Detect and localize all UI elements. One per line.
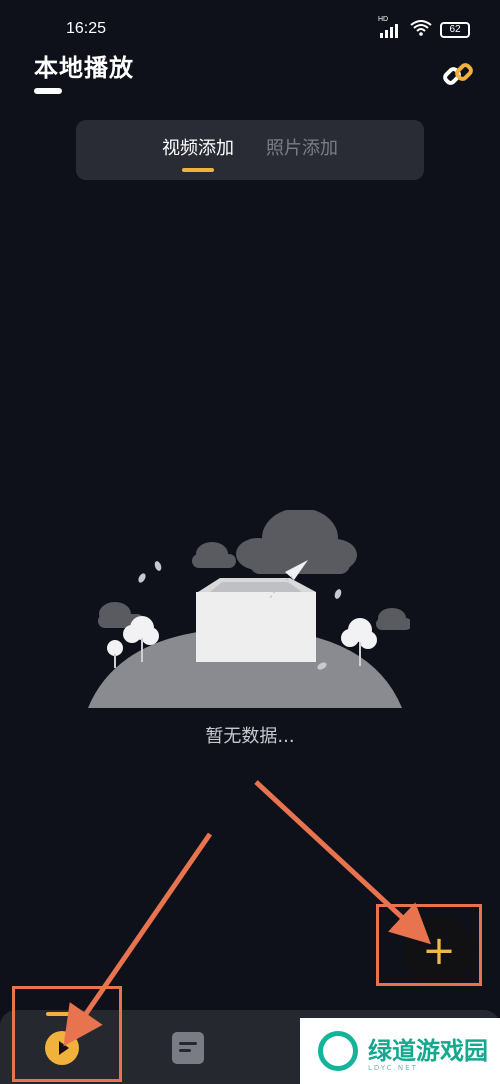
status-time: 16:25 [66, 20, 107, 37]
wifi-icon [410, 20, 432, 40]
nav-item-notes[interactable] [168, 1028, 208, 1068]
tab-video-add[interactable]: 视频添加 [162, 134, 234, 172]
annotation-box-play [12, 986, 122, 1082]
empty-state-illustration [88, 510, 410, 708]
hd-badge: HD [378, 16, 389, 23]
tab-bar: 视频添加 照片添加 [76, 120, 424, 180]
notes-icon [172, 1032, 204, 1064]
page-title: 本地播放 [34, 54, 134, 82]
title-underline [34, 88, 62, 94]
link-button[interactable] [442, 58, 474, 90]
link-icon [443, 63, 473, 85]
tab-label: 照片添加 [266, 138, 338, 159]
tab-indicator [182, 168, 214, 172]
empty-state-message: 暂无数据... [205, 726, 295, 747]
annotation-box-fab [376, 904, 482, 986]
watermark-logo-icon [318, 1031, 358, 1071]
signal-icon: HD [378, 16, 402, 38]
status-icons: HD 62 [378, 16, 470, 40]
watermark: 绿道游戏园 LDYC.NET [300, 1018, 500, 1084]
watermark-text: 绿道游戏园 [368, 1036, 488, 1065]
tab-label: 视频添加 [162, 138, 234, 159]
battery-icon: 62 [440, 22, 470, 38]
tab-photo-add[interactable]: 照片添加 [266, 134, 338, 166]
